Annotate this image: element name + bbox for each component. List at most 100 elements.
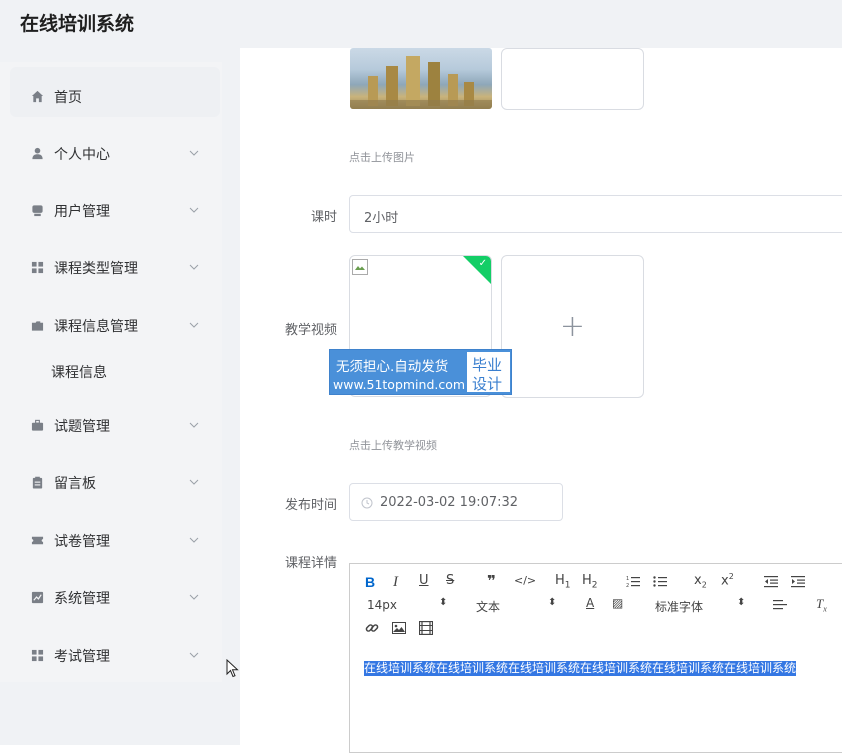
hours-label: 课时	[310, 210, 337, 225]
clear-format-button[interactable]: Tx	[816, 596, 827, 614]
rich-text-editor[interactable]: B I U S ❞ </> H1 H2 12 x2 x2 14px ⬍ 文本 ⬍…	[349, 563, 842, 753]
check-icon: ✓	[478, 258, 487, 269]
chevron-down-icon	[189, 322, 199, 328]
watermark-text: 无须担心.自动发货	[336, 359, 449, 375]
font-family-select[interactable]: 标准字体	[655, 598, 703, 615]
home-icon	[31, 90, 44, 103]
image-upload-tip: 点击上传图片	[349, 151, 415, 164]
watermark-url: www.51topmind.com	[333, 377, 466, 392]
superscript-button[interactable]: x2	[721, 572, 734, 588]
sidebar-item-exams[interactable]: 考试管理	[0, 626, 222, 676]
font-color-button[interactable]: A	[586, 596, 594, 610]
sidebar-item-label: 留言板	[54, 476, 96, 492]
font-size-select[interactable]: 14px	[367, 598, 397, 612]
users-icon	[32, 205, 43, 217]
clipboard-icon	[32, 476, 43, 489]
watermark-badge: 毕业 设计	[466, 351, 511, 393]
publish-time-label: 发布时间	[284, 498, 337, 513]
blockquote-button[interactable]: ❞	[487, 572, 496, 590]
chevron-down-icon	[189, 479, 199, 485]
briefcase-icon	[31, 419, 44, 431]
sidebar-subitem-course-info[interactable]: 课程信息	[0, 351, 222, 391]
sidebar-item-profile[interactable]: 个人中心	[0, 124, 222, 174]
chevron-updown-icon: ⬍	[548, 597, 557, 608]
video-label: 教学视频	[284, 323, 337, 338]
chevron-down-icon	[189, 594, 199, 600]
sidebar-item-label: 用户管理	[54, 204, 110, 220]
sidebar-item-questions[interactable]: 试题管理	[0, 396, 222, 446]
sidebar-item-papers[interactable]: 试卷管理	[0, 511, 222, 561]
strike-button[interactable]: S	[446, 573, 454, 588]
sidebar-item-messages[interactable]: 留言板	[0, 453, 222, 503]
top-header: 在线培训系统	[0, 0, 842, 48]
header1-button[interactable]: H1	[555, 573, 571, 591]
chevron-down-icon	[189, 652, 199, 658]
sidebar-item-label: 课程信息管理	[54, 319, 138, 335]
video-upload-tip: 点击上传教学视频	[349, 439, 437, 452]
align-icon[interactable]	[773, 599, 787, 611]
chevron-down-icon	[189, 537, 199, 543]
broken-image-icon	[352, 259, 368, 275]
image-upload-button[interactable]	[501, 48, 644, 110]
sidebar-item-label: 试卷管理	[54, 534, 110, 550]
publish-time-picker[interactable]: 2022-03-02 19:07:32	[349, 483, 563, 521]
header-select[interactable]: 文本	[476, 598, 500, 615]
sidebar-menu: 首页 个人中心 用户管理 课程类型管理 课程信息管理 课程信息 试题管理 留言板	[0, 62, 222, 682]
background-color-button[interactable]: ▨	[612, 596, 623, 610]
sidebar-item-home[interactable]: 首页	[10, 67, 220, 117]
indent-icon[interactable]	[791, 575, 805, 588]
folder-icon	[31, 321, 44, 331]
image-icon[interactable]	[392, 622, 406, 634]
chevron-updown-icon: ⬍	[439, 597, 448, 608]
header2-button[interactable]: H2	[582, 573, 598, 591]
italic-button[interactable]: I	[393, 574, 398, 591]
video-upload-button[interactable]: +	[501, 255, 644, 398]
grid-icon	[31, 649, 44, 662]
sidebar-item-label: 试题管理	[54, 419, 110, 435]
publish-time-value: 2022-03-02 19:07:32	[380, 495, 519, 510]
uploaded-image-thumbnail[interactable]	[350, 48, 492, 109]
chevron-updown-icon: ⬍	[737, 597, 746, 608]
link-icon[interactable]	[365, 621, 379, 635]
sidebar-item-label: 个人中心	[54, 147, 110, 163]
bullet-list-icon[interactable]	[653, 575, 667, 588]
outdent-icon[interactable]	[764, 575, 778, 588]
watermark-badge-line1: 毕业	[472, 356, 503, 374]
sidebar-item-system[interactable]: 系统管理	[0, 568, 222, 618]
sidebar-item-label: 课程类型管理	[54, 261, 138, 277]
grid-icon	[31, 261, 44, 274]
ordered-list-icon[interactable]: 12	[626, 575, 640, 588]
sidebar-item-label: 系统管理	[54, 591, 110, 607]
ticket-icon	[31, 536, 44, 545]
user-icon	[32, 147, 43, 160]
watermark-banner: 无须担心.自动发货 www.51topmind.com 毕业 设计	[329, 349, 512, 395]
video-icon[interactable]	[419, 621, 433, 635]
detail-label: 课程详情	[284, 556, 337, 571]
watermark-badge-line2: 设计	[472, 375, 503, 393]
plus-icon: +	[559, 308, 586, 344]
mouse-cursor-icon	[226, 659, 239, 678]
svg-text:2: 2	[626, 583, 629, 588]
sidebar-item-course-types[interactable]: 课程类型管理	[0, 238, 222, 288]
bold-button[interactable]: B	[365, 574, 375, 590]
code-block-button[interactable]: </>	[514, 574, 536, 587]
svg-text:1: 1	[626, 576, 629, 582]
hours-input[interactable]: 2小时	[349, 195, 842, 233]
chevron-down-icon	[189, 150, 199, 156]
coins-photo	[350, 56, 492, 109]
subscript-button[interactable]: x2	[694, 573, 707, 590]
chevron-down-icon	[189, 422, 199, 428]
editor-content[interactable]: 在线培训系统在线培训系统在线培训系统在线培训系统在线培训系统在线培训系统	[364, 661, 797, 676]
sidebar-item-label: 首页	[54, 90, 82, 106]
chevron-down-icon	[189, 207, 199, 213]
sidebar-item-label: 考试管理	[54, 649, 110, 665]
watermark-left: 无须担心.自动发货 www.51topmind.com	[330, 350, 466, 394]
chart-icon	[31, 591, 44, 604]
chevron-down-icon	[189, 264, 199, 270]
sidebar-subitem-label: 课程信息	[51, 365, 107, 381]
sidebar-item-users[interactable]: 用户管理	[0, 181, 222, 231]
underline-button[interactable]: U	[419, 573, 429, 588]
sidebar-item-course-info[interactable]: 课程信息管理	[0, 296, 222, 346]
clock-icon	[361, 497, 373, 509]
hours-value: 2小时	[364, 211, 399, 226]
